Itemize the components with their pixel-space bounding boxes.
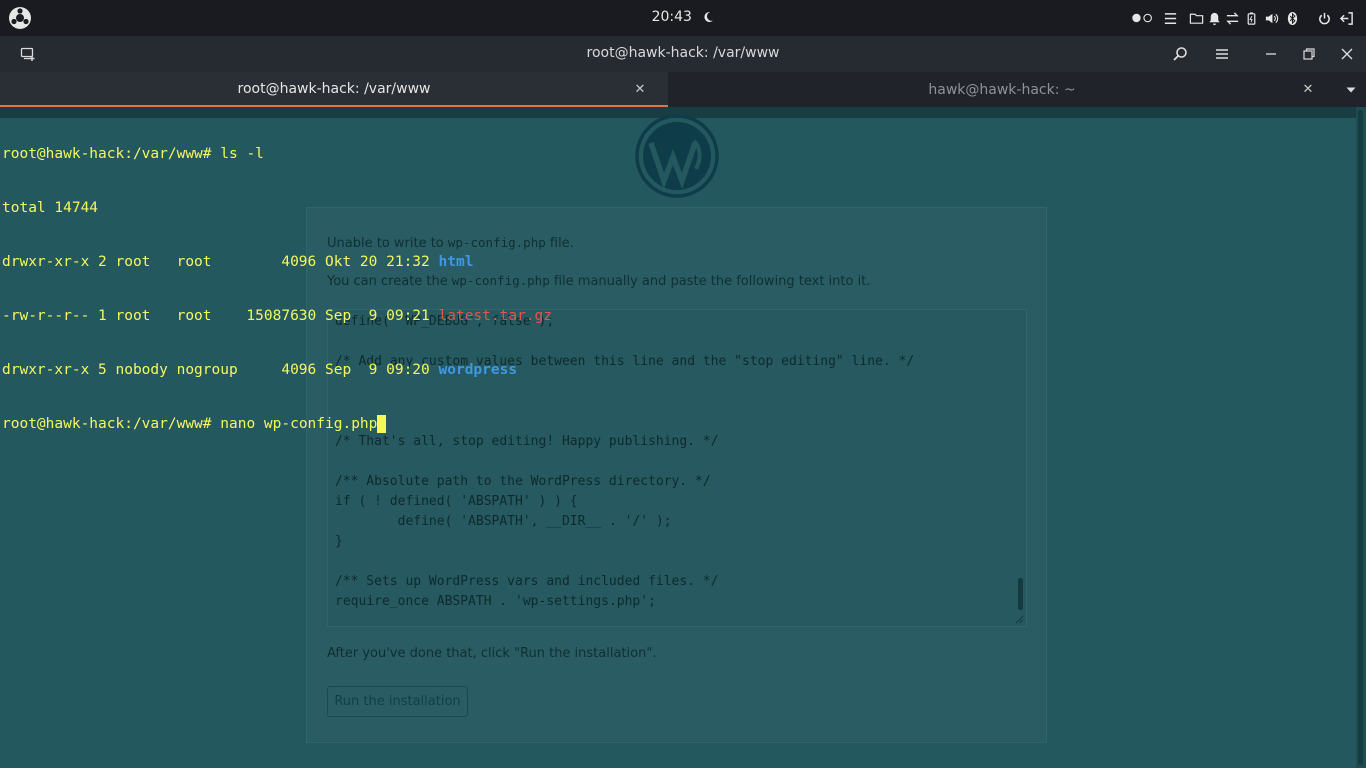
logout-icon[interactable] (1336, 8, 1356, 28)
terminal-line: drwxr-xr-x 2 root root 4096 Okt 20 21:32… (2, 254, 474, 270)
terminal-output[interactable]: root@hawk-hack:/var/www# ls -l total 147… (2, 109, 552, 451)
hamburger-menu-icon[interactable] (1212, 44, 1232, 64)
moon-icon (704, 11, 714, 22)
restore-icon[interactable] (1299, 44, 1319, 64)
close-icon[interactable] (1337, 44, 1357, 64)
textarea-scrollbar[interactable] (1018, 578, 1023, 610)
toggle-dots-icon[interactable] (1128, 8, 1158, 28)
wordpress-logo-icon (635, 114, 719, 198)
transfer-icon[interactable] (1222, 8, 1242, 28)
terminal-line: root@hawk-hack:/var/www# ls -l (2, 146, 264, 162)
terminal-line: drwxr-xr-x 5 nobody nogroup 4096 Sep 9 0… (2, 362, 518, 378)
bell-icon[interactable] (1206, 8, 1222, 28)
list-icon[interactable] (1160, 8, 1180, 28)
terminal-tab-bar: root@hawk-hack: /var/www ✕ hawk@hawk-hac… (0, 72, 1366, 107)
page-scrollbar[interactable] (1356, 107, 1366, 768)
power-icon[interactable] (1312, 8, 1336, 28)
battery-icon[interactable] (1242, 8, 1260, 28)
clock-time: 20:43 (651, 9, 692, 25)
tab-label: root@hawk-hack: /var/www (237, 80, 431, 97)
close-tab-icon[interactable]: ✕ (632, 81, 648, 97)
tab-root-var-www[interactable]: root@hawk-hack: /var/www ✕ (0, 72, 668, 107)
window-title: root@hawk-hack: /var/www (586, 45, 780, 61)
run-installation-button[interactable]: Run the installation (327, 686, 468, 717)
text-cursor (377, 415, 387, 433)
system-top-bar: 20:43 (0, 0, 1366, 36)
terminal-line: -rw-r--r-- 1 root root 15087630 Sep 9 09… (2, 308, 552, 324)
tab-hawk-home[interactable]: hawk@hawk-hack: ~ ✕ (668, 72, 1336, 107)
terminal-prompt-line: root@hawk-hack:/var/www# nano wp-config.… (2, 415, 552, 433)
page-scrollbar-thumb[interactable] (1358, 110, 1363, 765)
after-done-message: After you've done that, click "Run the i… (327, 646, 657, 661)
volume-icon[interactable] (1260, 8, 1282, 28)
search-icon[interactable] (1170, 44, 1190, 64)
terminal-header-bar: root@hawk-hack: /var/www (0, 36, 1366, 72)
tab-dropdown-chevron-icon[interactable] (1336, 72, 1366, 107)
tab-label: hawk@hawk-hack: ~ (928, 81, 1076, 98)
resize-grip-icon[interactable] (1014, 614, 1024, 624)
minimize-icon[interactable] (1261, 44, 1281, 64)
close-tab-icon[interactable]: ✕ (1300, 81, 1316, 97)
terminal-line: total 14744 (2, 200, 99, 216)
folder-icon[interactable] (1186, 8, 1206, 28)
bluetooth-icon[interactable] (1282, 8, 1302, 28)
